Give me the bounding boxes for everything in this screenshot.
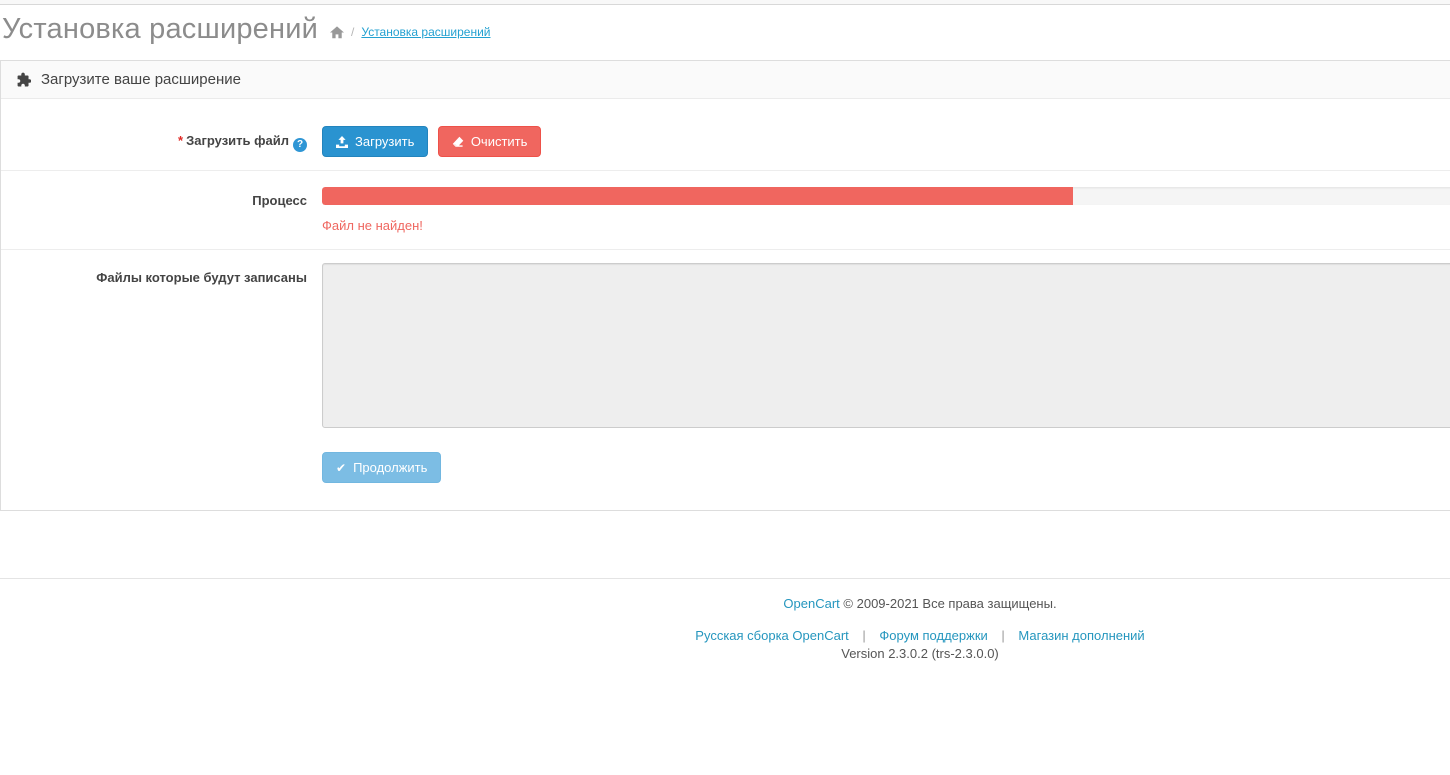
upload-controls: Загрузить Очистить xyxy=(322,126,1450,157)
eraser-icon xyxy=(452,136,464,148)
breadcrumb-separator: / xyxy=(351,25,354,39)
upload-button[interactable]: Загрузить xyxy=(322,126,428,157)
progress-row: Процесс Файл не найден! xyxy=(1,170,1450,249)
footer-links-separator: | xyxy=(862,628,865,643)
page-title: Установка расширений xyxy=(2,13,318,46)
footer-copyright: OpenCart © 2009-2021 Все права защищены. xyxy=(0,596,1450,611)
opencart-link[interactable]: OpenCart xyxy=(783,596,839,611)
breadcrumb: / Установка расширений xyxy=(330,25,490,39)
upload-label: *Загрузить файл? xyxy=(1,126,307,157)
footer-link-support-forum[interactable]: Форум поддержки xyxy=(879,628,987,643)
puzzle-piece-icon xyxy=(16,72,31,88)
page-header: Установка расширений / Установка расшире… xyxy=(0,5,1450,60)
content-gap xyxy=(0,511,1450,578)
progress-bar xyxy=(322,187,1450,205)
upload-icon xyxy=(336,136,348,148)
home-icon[interactable] xyxy=(330,26,344,39)
panel-heading-label: Загрузите ваше расширение xyxy=(41,71,241,88)
footer-links: Русская сборка OpenCart | Форум поддержк… xyxy=(0,628,1450,643)
breadcrumb-item-extension-installer[interactable]: Установка расширений xyxy=(361,25,490,39)
check-icon: ✔ xyxy=(336,462,346,474)
files-row: Файлы которые будут записаны ✔ Продолжит… xyxy=(1,249,1450,510)
page: Установка расширений / Установка расшире… xyxy=(0,0,1450,661)
clear-button[interactable]: Очистить xyxy=(438,126,542,157)
files-label: Файлы которые будут записаны xyxy=(1,263,307,483)
files-textarea[interactable] xyxy=(322,263,1450,428)
question-circle-icon[interactable]: ? xyxy=(293,138,307,152)
footer-link-extension-store[interactable]: Магазин дополнений xyxy=(1018,628,1144,643)
continue-button[interactable]: ✔ Продолжить xyxy=(322,452,441,483)
panel-heading: Загрузите ваше расширение xyxy=(1,61,1450,99)
progress-fill xyxy=(322,187,1073,205)
upload-row: *Загрузить файл? Загрузить Очистить xyxy=(1,99,1450,170)
footer-version: Version 2.3.0.2 (trs-2.3.0.0) xyxy=(0,646,1450,661)
progress-error-text: Файл не найден! xyxy=(322,218,1450,233)
required-mark: * xyxy=(178,133,183,148)
progress-label: Процесс xyxy=(1,186,307,233)
footer: OpenCart © 2009-2021 Все права защищены.… xyxy=(0,578,1450,661)
footer-links-separator: | xyxy=(1001,628,1004,643)
panel-body: *Загрузить файл? Загрузить Очистить xyxy=(1,99,1450,510)
extension-installer-panel: Загрузите ваше расширение *Загрузить фай… xyxy=(0,60,1450,511)
footer-link-russian-build[interactable]: Русская сборка OpenCart xyxy=(695,628,848,643)
copyright-text: © 2009-2021 Все права защищены. xyxy=(843,596,1056,611)
files-controls: ✔ Продолжить xyxy=(322,263,1450,483)
progress-controls: Файл не найден! xyxy=(322,186,1450,233)
